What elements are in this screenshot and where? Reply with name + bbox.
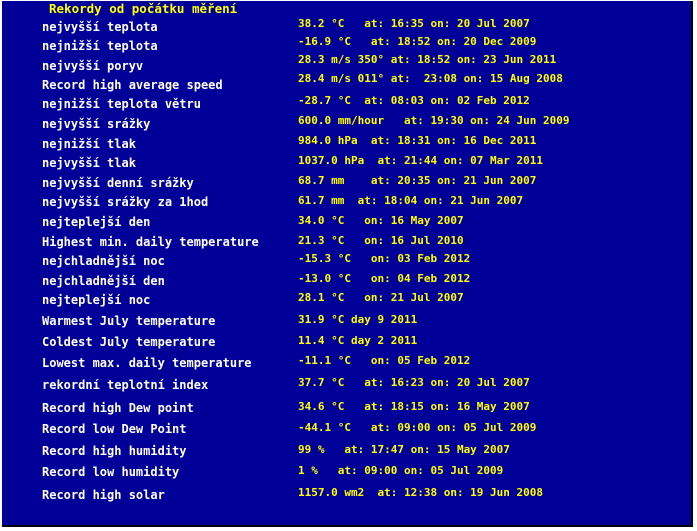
record-label: Record low humidity [42,465,180,479]
record-value: 37.7 °C at: 16:23 on: 20 Jul 2007 [298,376,530,389]
record-label: Record high humidity [42,444,187,458]
record-label: Record high Dew point [42,401,194,415]
record-label: Record high average speed [42,78,223,92]
record-value: 28.1 °C on: 21 Jul 2007 [298,291,464,304]
record-value: 11.4 °C day 2 2011 [298,334,418,347]
record-value: -28.7 °C at: 08:03 on: 02 Feb 2012 [298,94,530,107]
page-title: Rekordy od počátku měření [49,1,238,16]
record-value: 1037.0 hPa at: 21:44 on: 07 Mar 2011 [298,154,544,167]
record-value: -16.9 °C at: 18:52 on: 20 Dec 2009 [298,35,537,48]
record-label: nejvyšší denní srážky [42,176,194,190]
record-label: Record high solar [42,488,165,502]
record-label: Highest min. daily temperature [42,235,259,249]
record-value: 38.2 °C at: 16:35 on: 20 Jul 2007 [298,17,530,30]
record-label: nejnižší teplota větru [42,97,201,111]
record-label: nejvyšší srážky [42,117,151,131]
record-label: nejnižší tlak [42,137,136,151]
record-label: Lowest max. daily temperature [42,356,252,370]
record-value: 984.0 hPa at: 18:31 on: 16 Dec 2011 [298,134,537,147]
record-label: nejteplejší den [42,215,151,229]
record-value: 28.4 m/s 011° at: 23:08 on: 15 Aug 2008 [298,72,563,85]
record-label: nejvyšší srážky za 1hod [42,195,209,209]
records-panel: Rekordy od počátku měření nejvyšší teplo… [2,1,693,527]
record-value: -15.3 °C on: 03 Feb 2012 [298,252,471,265]
record-value: 1157.0 wm2 at: 12:38 on: 19 Jun 2008 [298,486,544,499]
record-value: -44.1 °C at: 09:00 on: 05 Jul 2009 [298,421,537,434]
record-label: nejchladnější noc [42,254,165,268]
record-label: nejvyšší teplota [42,20,158,34]
record-value: 34.6 °C at: 18:15 on: 16 May 2007 [298,400,530,413]
record-value: 28.3 m/s 350° at: 18:52 on: 23 Jun 2011 [298,53,557,66]
record-value: 600.0 mm/hour at: 19:30 on: 24 Jun 2009 [298,114,570,127]
record-label: nejvyšší poryv [42,59,144,73]
record-value: 34.0 °C on: 16 May 2007 [298,214,464,227]
record-value: 68.7 mm at: 20:35 on: 21 Jun 2007 [298,174,537,187]
record-value: 1 % at: 09:00 on: 05 Jul 2009 [298,464,504,477]
record-label: nejchladnější den [42,274,165,288]
record-label: rekordní teplotní index [42,378,209,392]
record-value: -11.1 °C on: 05 Feb 2012 [298,354,471,367]
record-value: 31.9 °C day 9 2011 [298,313,418,326]
record-value: 99 % at: 17:47 on: 15 May 2007 [298,443,510,456]
record-label: Warmest July temperature [42,314,216,328]
record-value: 61.7 mm at: 18:04 on: 21 Jun 2007 [298,194,524,207]
record-value: -13.0 °C on: 04 Feb 2012 [298,272,471,285]
record-label: nejteplejší noc [42,293,151,307]
record-value: 21.3 °C on: 16 Jul 2010 [298,234,464,247]
record-label: Coldest July temperature [42,335,216,349]
record-label: Record low Dew Point [42,422,187,436]
record-label: nejvyšší tlak [42,156,136,170]
record-label: nejnižší teplota [42,39,158,53]
